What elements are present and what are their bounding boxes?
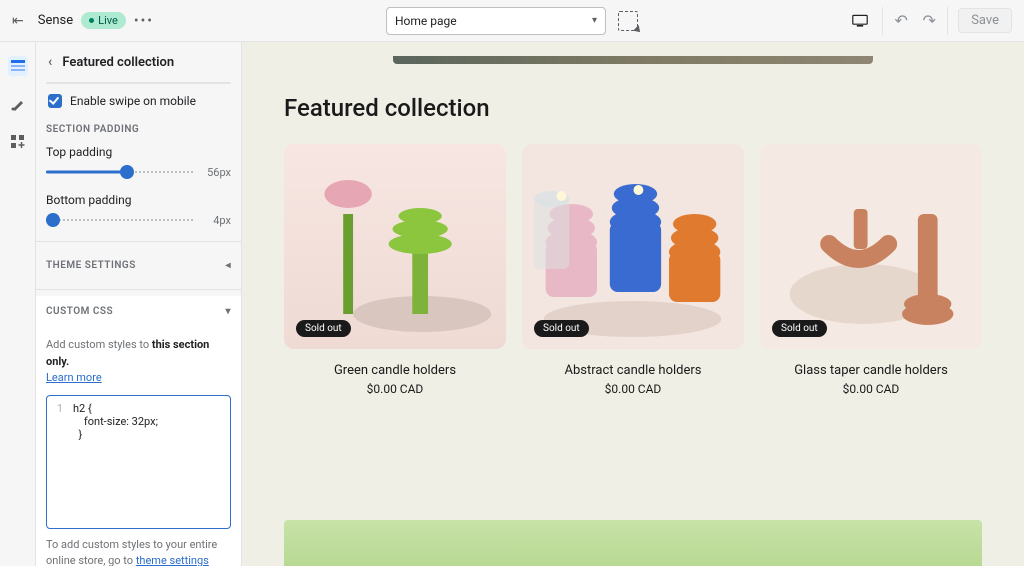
theme-settings-label: THEME SETTINGS bbox=[46, 260, 136, 271]
code-gutter: 1 bbox=[47, 396, 67, 528]
learn-more-link[interactable]: Learn more bbox=[46, 371, 102, 384]
bottom-padding-value: 4px bbox=[201, 214, 231, 227]
help-text-prefix: Add custom styles to bbox=[46, 338, 152, 351]
topbar-center: Home page ▾ bbox=[386, 7, 638, 35]
custom-css-panel: CUSTOM CSS ▾ Add custom styles to this s… bbox=[36, 296, 241, 566]
product-title: Glass taper candle holders bbox=[760, 363, 982, 378]
divider bbox=[36, 289, 241, 290]
divider bbox=[36, 241, 241, 242]
checkbox-checked-icon[interactable] bbox=[48, 94, 62, 108]
main: ‹ Featured collection Enable swipe on mo… bbox=[0, 42, 1024, 566]
footer-band bbox=[284, 520, 982, 566]
product-title: Abstract candle holders bbox=[522, 363, 744, 378]
hero-image-strip bbox=[393, 56, 873, 64]
back-icon[interactable]: ‹ bbox=[48, 54, 52, 70]
apps-tab-icon[interactable] bbox=[8, 132, 28, 152]
redo-icon[interactable]: ↷ bbox=[915, 7, 943, 35]
topbar-right: ↶ ↷ Save bbox=[842, 7, 1012, 35]
chevron-left-icon: ◂ bbox=[225, 260, 231, 271]
bottom-padding-label: Bottom padding bbox=[46, 193, 231, 207]
desktop-view-icon[interactable] bbox=[842, 7, 878, 35]
bottom-padding-slider-row: 4px bbox=[46, 213, 231, 227]
preview-canvas: Featured collection So bbox=[242, 42, 1024, 566]
settings-sidebar: ‹ Featured collection Enable swipe on mo… bbox=[36, 42, 242, 566]
sold-out-badge: Sold out bbox=[772, 320, 827, 337]
product-price: $0.00 CAD bbox=[522, 382, 744, 396]
status-pill: Live bbox=[81, 12, 126, 29]
page-selector-label: Home page bbox=[395, 14, 457, 28]
swipe-checkbox-label: Enable swipe on mobile bbox=[70, 94, 196, 108]
custom-css-footer-help: To add custom styles to your entire onli… bbox=[46, 537, 231, 566]
divider bbox=[882, 7, 883, 35]
custom-css-help: Add custom styles to this section only. … bbox=[46, 337, 231, 387]
sidebar-header: ‹ Featured collection bbox=[36, 42, 241, 82]
product-title: Green candle holders bbox=[284, 363, 506, 378]
sold-out-badge: Sold out bbox=[296, 320, 351, 337]
product-thumbnail: Sold out bbox=[522, 144, 744, 349]
code-content[interactable]: h2 { font-size: 32px; } bbox=[67, 396, 230, 528]
custom-css-accordion[interactable]: CUSTOM CSS ▾ bbox=[46, 296, 231, 329]
sidebar-title: Featured collection bbox=[62, 55, 174, 70]
divider bbox=[947, 7, 948, 35]
product-price: $0.00 CAD bbox=[760, 382, 982, 396]
topbar-left: ⇤ Sense Live ••• bbox=[12, 12, 154, 29]
sidebar-body: Enable swipe on mobile SECTION PADDING T… bbox=[36, 82, 241, 566]
topbar: ⇤ Sense Live ••• Home page ▾ ↶ ↷ Save bbox=[0, 0, 1024, 42]
product-card[interactable]: Sold out Glass taper candle holders $0.0… bbox=[760, 144, 982, 396]
theme-settings-link[interactable]: theme settings bbox=[136, 554, 209, 566]
exit-icon[interactable]: ⇤ bbox=[12, 13, 24, 29]
chevron-down-icon: ▾ bbox=[592, 15, 597, 26]
top-padding-label: Top padding bbox=[46, 145, 231, 159]
undo-icon[interactable]: ↶ bbox=[887, 7, 915, 35]
sold-out-badge: Sold out bbox=[534, 320, 589, 337]
featured-collection-heading: Featured collection bbox=[284, 94, 1024, 122]
left-rail bbox=[0, 42, 36, 566]
top-padding-slider-row: 56px bbox=[46, 165, 231, 179]
theme-settings-accordion[interactable]: THEME SETTINGS ◂ bbox=[46, 248, 231, 283]
top-padding-slider[interactable] bbox=[46, 165, 193, 179]
save-button[interactable]: Save bbox=[958, 8, 1012, 33]
chevron-down-icon: ▾ bbox=[225, 306, 231, 317]
brand-name: Sense bbox=[38, 13, 73, 28]
product-price: $0.00 CAD bbox=[284, 382, 506, 396]
overflow-menu-icon[interactable]: ••• bbox=[134, 13, 154, 29]
custom-css-editor[interactable]: 1 h2 { font-size: 32px; } bbox=[46, 395, 231, 529]
paint-tab-icon[interactable] bbox=[8, 94, 28, 114]
inspector-tool-icon[interactable] bbox=[618, 11, 638, 31]
section-padding-heading: SECTION PADDING bbox=[46, 124, 231, 135]
product-card[interactable]: Sold out Abstract candle holders $0.00 C… bbox=[522, 144, 744, 396]
product-thumbnail: Sold out bbox=[760, 144, 982, 349]
product-thumbnail: Sold out bbox=[284, 144, 506, 349]
product-card[interactable]: Sold out Green candle holders $0.00 CAD bbox=[284, 144, 506, 396]
sections-tab-icon[interactable] bbox=[8, 56, 28, 76]
swipe-checkbox-row[interactable]: Enable swipe on mobile bbox=[46, 94, 231, 120]
top-padding-value: 56px bbox=[201, 166, 231, 179]
custom-css-label: CUSTOM CSS bbox=[46, 306, 113, 317]
page-selector[interactable]: Home page ▾ bbox=[386, 7, 606, 35]
product-grid: Sold out Green candle holders $0.00 CAD bbox=[242, 144, 1024, 396]
bottom-padding-slider[interactable] bbox=[46, 213, 193, 227]
